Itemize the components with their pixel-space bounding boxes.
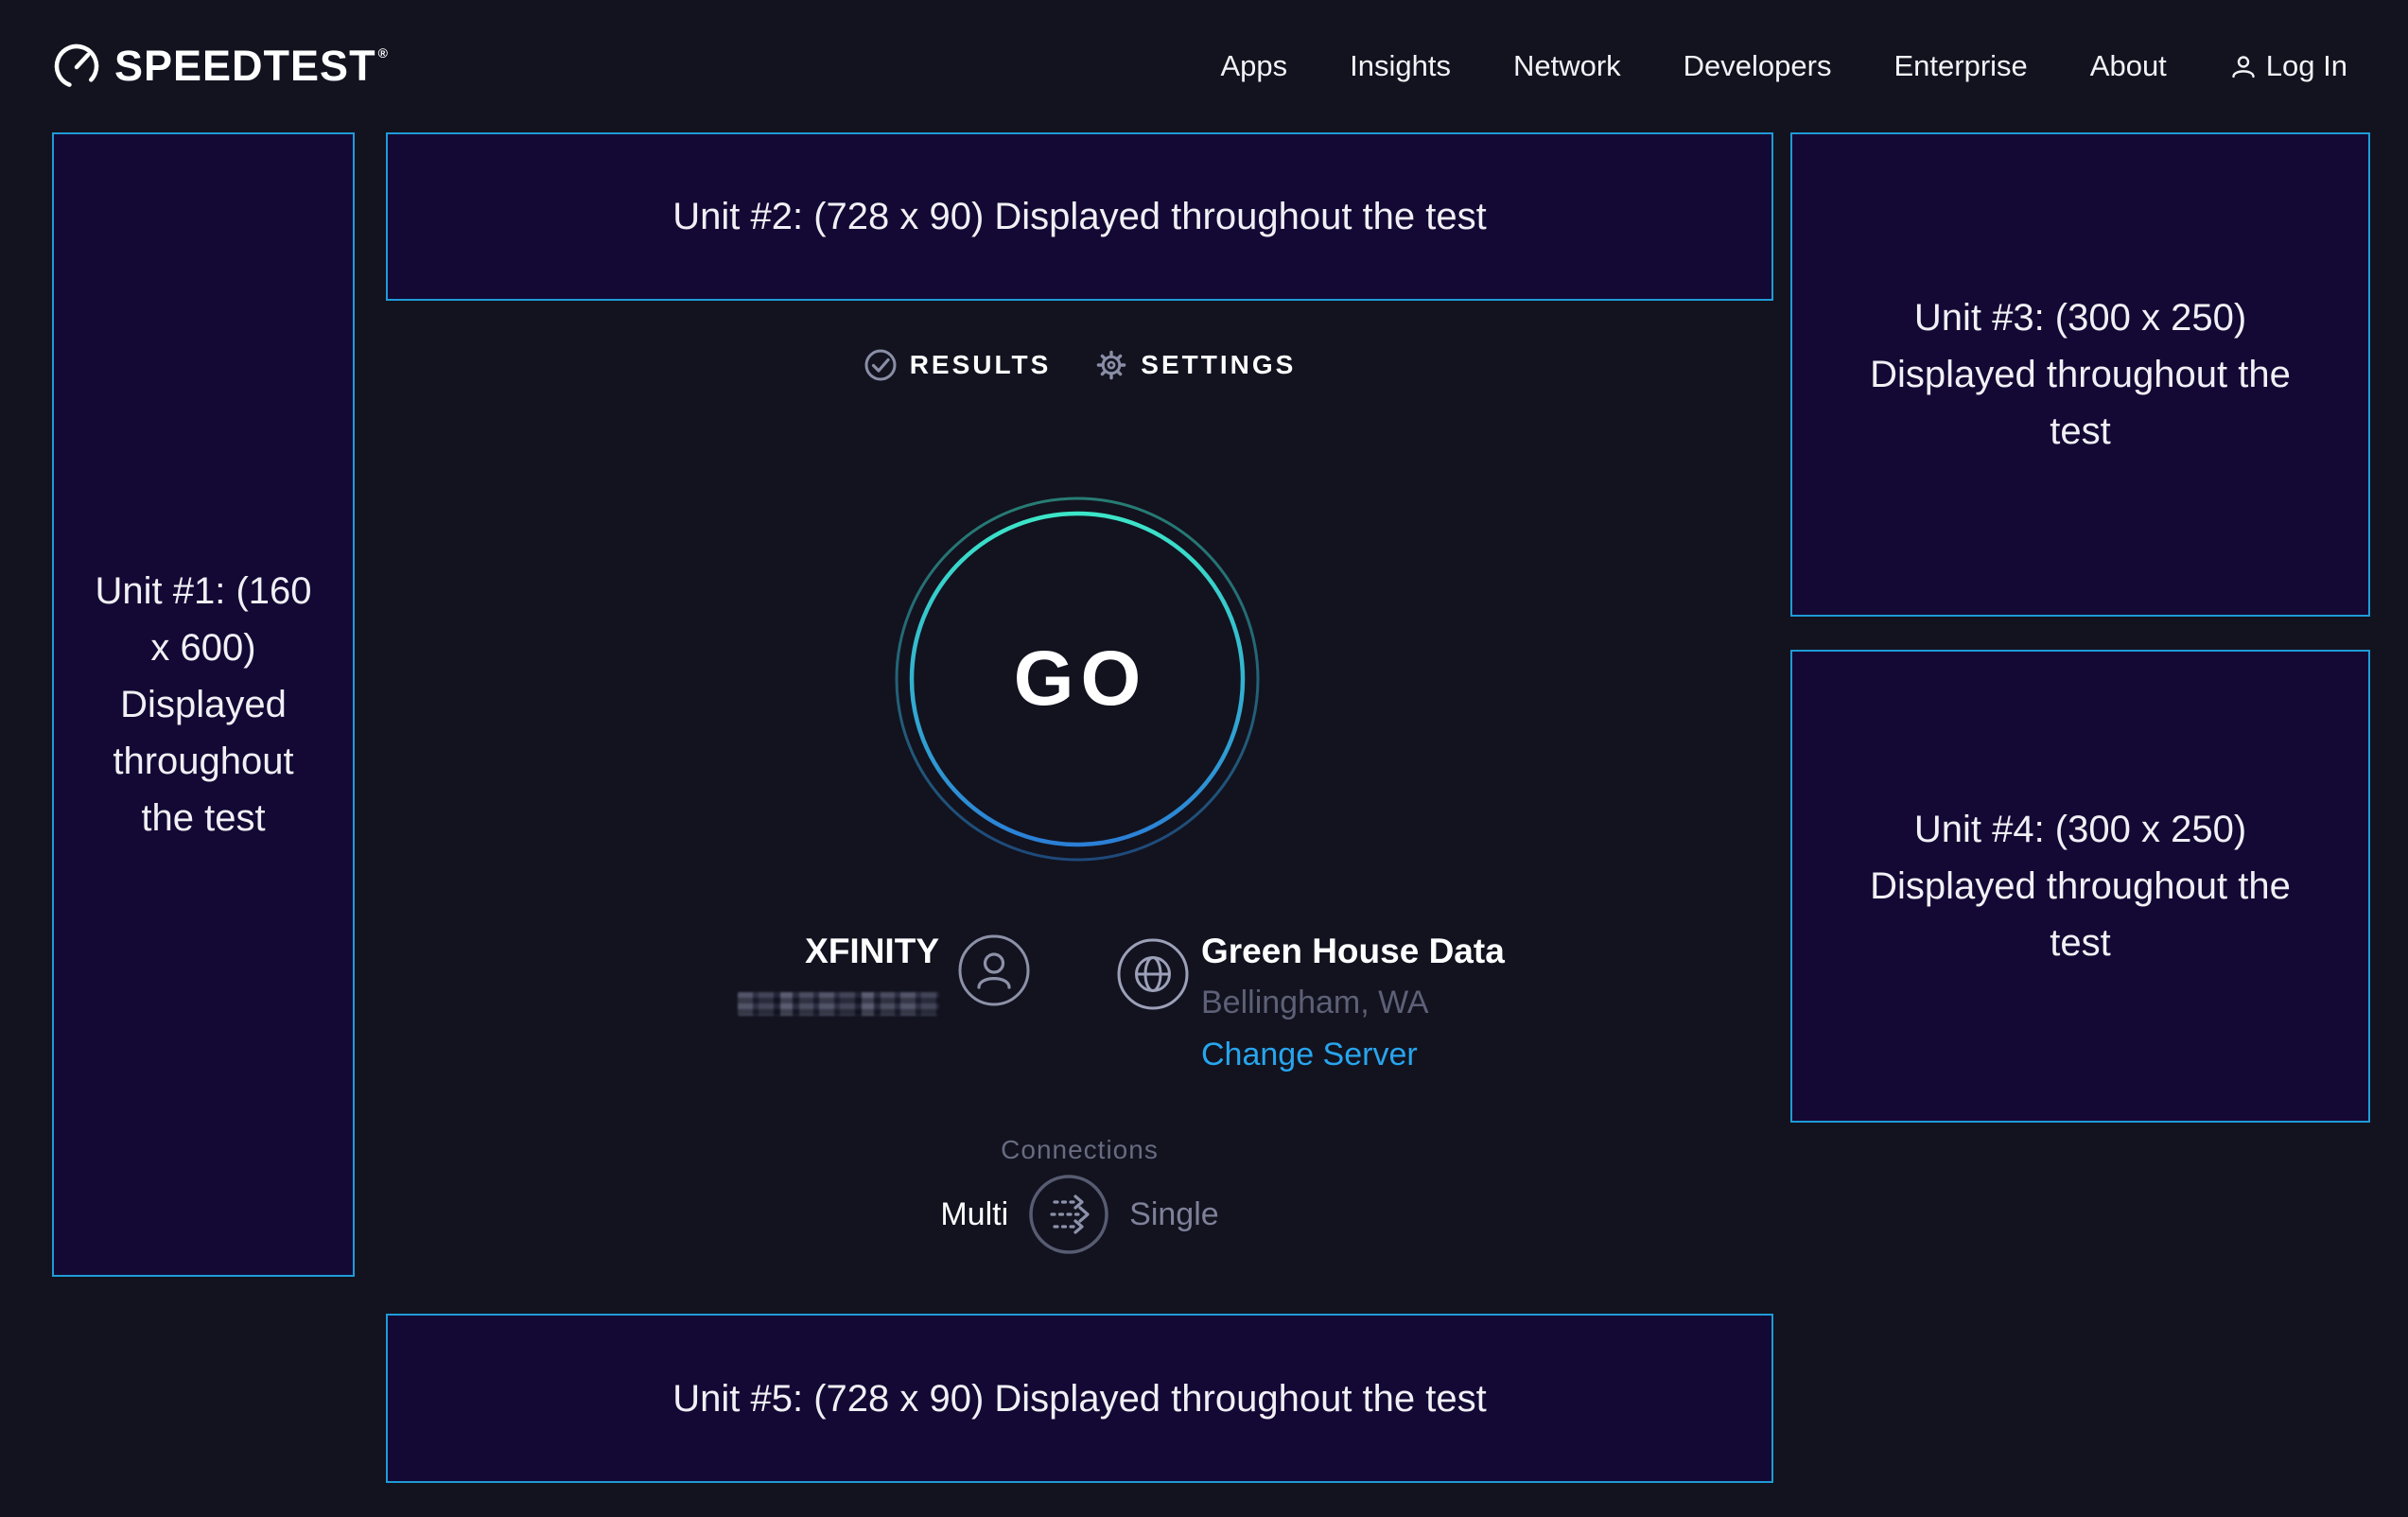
tab-results-label: RESULTS: [910, 350, 1052, 380]
isp-user-icon: [956, 933, 1032, 1013]
server-location: Bellingham, WA: [1201, 985, 1429, 1021]
ad-unit-5-leaderboard[interactable]: Unit #5: (728 x 90) Displayed throughout…: [386, 1314, 1773, 1483]
tab-settings[interactable]: SETTINGS: [1094, 348, 1296, 382]
tab-results[interactable]: RESULTS: [864, 348, 1052, 382]
ad-unit-3-text: Unit #3: (300 x 250) Displayed throughou…: [1858, 289, 2302, 460]
brand-name: SPEEDTEST: [114, 42, 376, 91]
isp-name[interactable]: XFINITY: [805, 932, 939, 971]
ad-unit-1-text: Unit #1: (160 x 600) Displayed throughou…: [90, 563, 317, 846]
isp-details-redacted: [738, 992, 939, 1016]
nav-item-network[interactable]: Network: [1513, 49, 1621, 83]
brand-trademark: ®: [378, 45, 389, 61]
change-server-link[interactable]: Change Server: [1201, 1037, 1418, 1073]
ad-unit-4-text: Unit #4: (300 x 250) Displayed throughou…: [1858, 801, 2302, 971]
ad-unit-3-rectangle[interactable]: Unit #3: (300 x 250) Displayed throughou…: [1790, 132, 2370, 617]
top-navigation: SPEEDTEST ® Apps Insights Network Develo…: [0, 0, 2408, 132]
ad-unit-2-text: Unit #2: (728 x 90) Displayed throughout…: [672, 188, 1487, 245]
ad-unit-1-skyscraper[interactable]: Unit #1: (160 x 600) Displayed throughou…: [52, 132, 355, 1277]
go-button-label: GO: [888, 490, 1266, 868]
nav-item-developers[interactable]: Developers: [1684, 49, 1832, 83]
connections-single-option[interactable]: Single: [1129, 1196, 1219, 1233]
user-icon: [2229, 52, 2258, 80]
server-globe-icon: [1115, 936, 1191, 1017]
tab-settings-label: SETTINGS: [1141, 350, 1296, 380]
login-button[interactable]: Log In: [2229, 49, 2347, 83]
nav-item-insights[interactable]: Insights: [1350, 49, 1451, 83]
connections-label: Connections: [386, 1135, 1773, 1165]
nav-item-about[interactable]: About: [2090, 49, 2167, 83]
nav-item-apps[interactable]: Apps: [1220, 49, 1287, 83]
go-button[interactable]: GO: [888, 490, 1266, 868]
connections-toggle-row: Multi Single: [386, 1173, 1773, 1256]
ad-unit-5-text: Unit #5: (728 x 90) Displayed throughout…: [672, 1370, 1487, 1427]
ad-unit-2-leaderboard[interactable]: Unit #2: (728 x 90) Displayed throughout…: [386, 132, 1773, 301]
main-nav: Apps Insights Network Developers Enterpr…: [1220, 49, 2347, 83]
results-settings-tabs: RESULTS: [386, 339, 1773, 392]
nav-item-enterprise[interactable]: Enterprise: [1893, 49, 2027, 83]
connections-multi-option[interactable]: Multi: [940, 1196, 1008, 1233]
speedtest-logo[interactable]: SPEEDTEST ®: [52, 42, 389, 91]
gear-icon: [1094, 348, 1128, 382]
check-circle-icon: [864, 348, 898, 382]
server-name: Green House Data: [1201, 932, 1505, 971]
login-label: Log In: [2266, 49, 2347, 83]
ad-unit-4-rectangle[interactable]: Unit #4: (300 x 250) Displayed throughou…: [1790, 650, 2370, 1123]
connections-toggle-icon[interactable]: [1027, 1173, 1110, 1256]
speedometer-gauge-icon: [52, 42, 101, 91]
